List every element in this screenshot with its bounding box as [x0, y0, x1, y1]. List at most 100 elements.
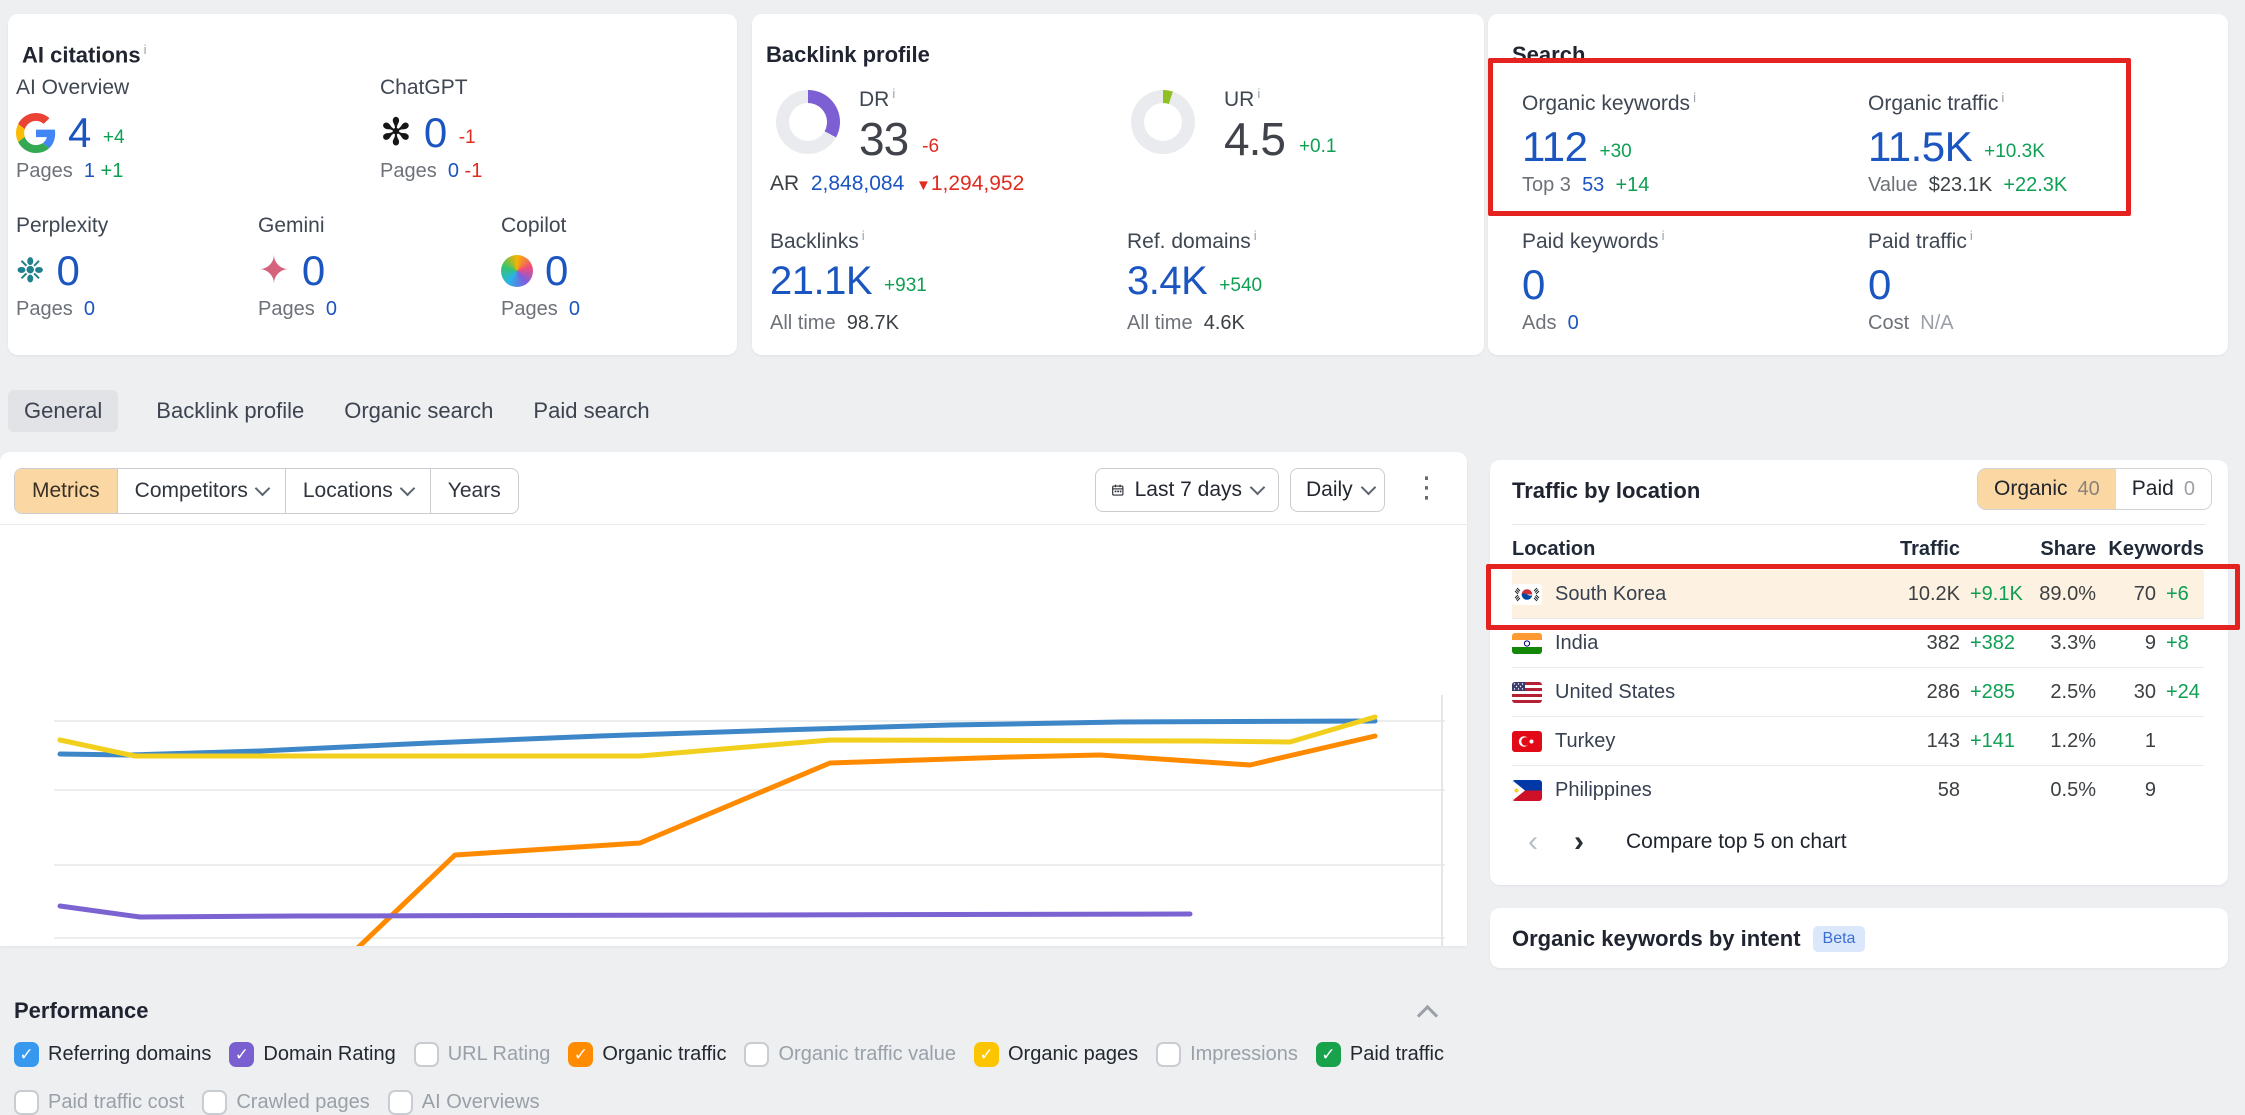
location-row-philippines[interactable]: Philippines580.5%9 — [1512, 765, 2204, 814]
metric-checkbox-paid-traffic-cost[interactable]: Paid traffic cost — [14, 1090, 184, 1115]
keywords-value[interactable]: 9 — [2096, 632, 2156, 655]
ref-domains-metric: Ref. domainsi 3.4K +540 All time 4.6K — [1127, 228, 1457, 346]
checkbox-label: Organic pages — [1008, 1043, 1138, 1066]
down-triangle-icon: ▼ — [916, 177, 931, 194]
filter-segment-locations[interactable]: Locations — [286, 469, 431, 513]
country-cell: United States — [1512, 681, 1890, 704]
tab-backlink-profile[interactable]: Backlink profile — [154, 390, 306, 432]
ai-citation-count[interactable]: 0 — [302, 250, 325, 292]
toggle-count: 40 — [2078, 478, 2100, 501]
info-icon[interactable]: i — [1970, 228, 1973, 243]
location-row-south-korea[interactable]: South Korea10.2K+9.1K89.0%70+6 — [1512, 570, 2204, 618]
pages-value[interactable]: 1 — [84, 160, 95, 182]
authority-rank-row: AR 2,848,084 ▼1,294,952 — [770, 172, 1024, 196]
pages-delta: -1 — [465, 160, 483, 182]
filter-segment-metrics[interactable]: Metrics — [15, 469, 118, 513]
ai-citation-count[interactable]: 0 — [424, 112, 447, 154]
country-name: Philippines — [1555, 779, 1652, 802]
ai-metric-label: AI Overview — [16, 76, 256, 102]
traffic-value: 382 — [1890, 632, 1960, 655]
pages-label: Pages — [380, 160, 437, 182]
checkbox-label: Impressions — [1190, 1043, 1298, 1066]
performance-title: Performance — [14, 998, 149, 1024]
info-icon[interactable]: i — [892, 86, 895, 101]
calendar-icon — [1111, 479, 1125, 501]
collapse-chevron-up-icon[interactable] — [1417, 1005, 1438, 1026]
next-page-icon[interactable]: › — [1574, 825, 1584, 859]
chevron-down-icon — [400, 481, 416, 497]
metric-checkbox-impressions[interactable]: Impressions — [1156, 1042, 1298, 1067]
info-icon[interactable]: i — [1693, 90, 1696, 105]
metric-checkbox-ai-overviews[interactable]: AI Overviews — [388, 1090, 540, 1115]
ref-domains-value[interactable]: 3.4K — [1127, 261, 1207, 301]
metric-checkbox-referring-domains[interactable]: ✓Referring domains — [14, 1042, 211, 1067]
checked-checkbox-icon: ✓ — [14, 1042, 39, 1067]
pages-value[interactable]: 0 — [448, 160, 459, 182]
ai-citation-count[interactable]: 4 — [68, 112, 91, 154]
backlinks-alltime: All time 98.7K — [770, 312, 899, 335]
backlinks-metric: Backlinksi 21.1K +931 All time 98.7K — [770, 228, 1100, 346]
performance-chart[interactable] — [0, 665, 1467, 946]
metric-checkbox-organic-traffic-value[interactable]: Organic traffic value — [744, 1042, 956, 1067]
info-icon[interactable]: i — [1254, 228, 1257, 243]
metric-checkbox-crawled-pages[interactable]: Crawled pages — [202, 1090, 369, 1115]
dr-value: 33 — [859, 116, 908, 162]
info-icon[interactable]: i — [862, 228, 865, 243]
info-icon[interactable]: i — [144, 42, 147, 57]
granularity-button[interactable]: Daily — [1290, 468, 1385, 512]
keywords-value[interactable]: 1 — [2096, 730, 2156, 753]
unchecked-checkbox-icon — [388, 1090, 413, 1115]
filter-segment-years[interactable]: Years — [431, 469, 518, 513]
paid-keywords-value[interactable]: 0 — [1522, 264, 1545, 306]
pages-value[interactable]: 0 — [84, 298, 95, 320]
info-icon[interactable]: i — [1662, 228, 1665, 243]
top3-value[interactable]: 53 — [1582, 174, 1604, 196]
organic-keywords-value[interactable]: 112 — [1522, 126, 1587, 168]
tab-organic-search[interactable]: Organic search — [342, 390, 495, 432]
traffic-by-location-card: Traffic by location Organic40Paid0 Locat… — [1490, 460, 2228, 885]
paid-keywords-foot: Ads 0 — [1522, 312, 1579, 335]
flag-in-icon — [1512, 633, 1542, 654]
metric-checkbox-url-rating[interactable]: URL Rating — [414, 1042, 551, 1067]
keywords-delta: +24 — [2156, 681, 2204, 704]
checkbox-label: AI Overviews — [422, 1091, 540, 1114]
date-range-button[interactable]: Last 7 days — [1095, 468, 1279, 512]
overview-tabs: General Backlink profile Organic search Pai… — [8, 390, 652, 432]
traffic-delta: +141 — [1960, 730, 2022, 753]
location-row-united-states[interactable]: United States286+2852.5%30+24 — [1512, 667, 2204, 716]
compare-top5-link[interactable]: Compare top 5 on chart — [1626, 830, 1847, 854]
ai-citation-count[interactable]: 0 — [545, 250, 568, 292]
prev-page-icon[interactable]: ‹ — [1528, 825, 1538, 859]
info-icon[interactable]: i — [1257, 86, 1260, 101]
toggle-paid[interactable]: Paid0 — [2116, 469, 2211, 509]
keywords-value[interactable]: 9 — [2096, 779, 2156, 802]
toggle-organic[interactable]: Organic40 — [1978, 469, 2116, 509]
metric-checkbox-paid-traffic[interactable]: ✓Paid traffic — [1316, 1042, 1444, 1067]
tab-general[interactable]: General — [8, 390, 118, 432]
organic-keywords-foot: Top 3 53 +14 — [1522, 174, 1649, 197]
general-overview-panel: MetricsCompetitorsLocationsYears Last 7 … — [0, 452, 1467, 946]
location-row-turkey[interactable]: Turkey143+1411.2%1 — [1512, 716, 2204, 765]
share-value: 2.5% — [2022, 681, 2096, 704]
ar-value[interactable]: 2,848,084 — [811, 172, 904, 195]
pages-value[interactable]: 0 — [326, 298, 337, 320]
ai-citation-count[interactable]: 0 — [57, 250, 80, 292]
metric-checkbox-organic-pages[interactable]: ✓Organic pages — [974, 1042, 1138, 1067]
country-cell: India — [1512, 632, 1890, 655]
paid-traffic-value[interactable]: 0 — [1868, 264, 1891, 306]
tab-paid-search[interactable]: Paid search — [531, 390, 651, 432]
filter-segment-competitors[interactable]: Competitors — [118, 469, 286, 513]
paid-traffic-foot: Cost N/A — [1868, 312, 1954, 335]
more-options-icon[interactable]: ⋮ — [1412, 474, 1441, 503]
organic-traffic-value[interactable]: 11.5K — [1868, 126, 1972, 168]
backlinks-value[interactable]: 21.1K — [770, 261, 872, 301]
info-icon[interactable]: i — [2001, 90, 2004, 105]
keywords-value[interactable]: 70 — [2096, 583, 2156, 606]
location-row-india[interactable]: India382+3823.3%9+8 — [1512, 618, 2204, 667]
keywords-value[interactable]: 30 — [2096, 681, 2156, 704]
metric-checkbox-organic-traffic[interactable]: ✓Organic traffic — [568, 1042, 726, 1067]
copilot-icon — [501, 255, 533, 287]
metric-checkbox-domain-rating[interactable]: ✓Domain Rating — [229, 1042, 395, 1067]
ai-citations-card: AI citationsi AI Overview4+4Pages 1 +1Ch… — [8, 14, 737, 355]
pages-value[interactable]: 0 — [569, 298, 580, 320]
